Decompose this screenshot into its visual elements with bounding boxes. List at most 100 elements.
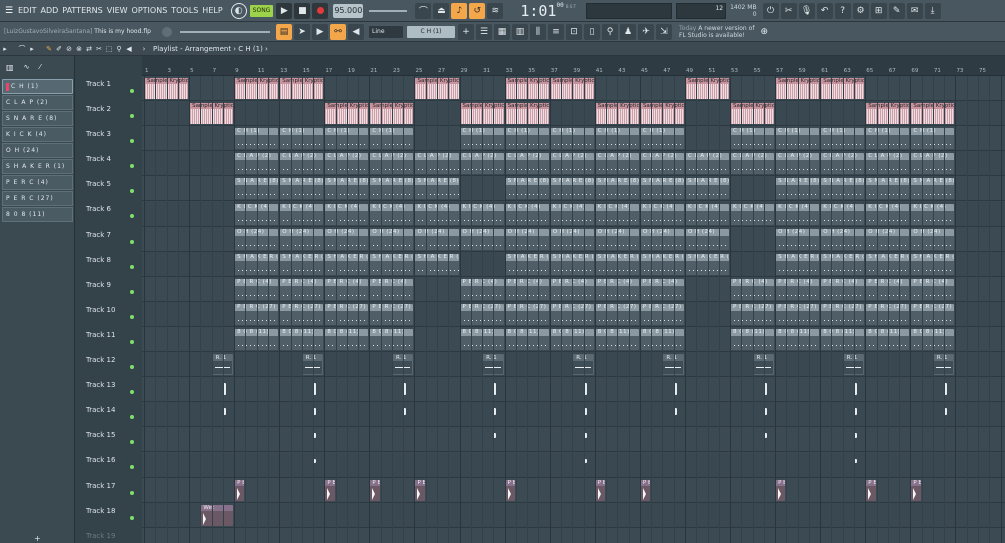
- audio-icon[interactable]: ∿: [24, 63, 30, 71]
- track-header[interactable]: Track 2: [75, 101, 142, 126]
- mixer-view-icon[interactable]: ⫼: [530, 23, 546, 40]
- env-clip[interactable]: Wet: [200, 504, 234, 526]
- tools-icon[interactable]: ✂: [780, 2, 797, 19]
- file-icon[interactable]: ▯: [584, 23, 600, 40]
- track-active-led-icon[interactable]: [130, 214, 134, 219]
- add-pattern-button[interactable]: +: [34, 534, 41, 543]
- track-header[interactable]: Track 12: [75, 352, 142, 377]
- paint-icon[interactable]: ✐: [55, 45, 63, 53]
- track-header[interactable]: Track 8: [75, 252, 142, 277]
- menu-patterns[interactable]: PATTERNS: [60, 6, 104, 15]
- pattern-item[interactable]: C H (1): [2, 79, 73, 94]
- track-active-led-icon[interactable]: [130, 114, 134, 119]
- slip-icon[interactable]: ⇄: [85, 45, 93, 53]
- news-panel[interactable]: Today A newer version of FL Studio is ava…: [679, 25, 754, 39]
- menu-options[interactable]: OPTIONS: [130, 6, 170, 15]
- countdown-icon[interactable]: ♪: [451, 2, 468, 19]
- wait-input-icon[interactable]: ⏏: [433, 2, 450, 19]
- env-clip[interactable]: P E R C (4): [639, 479, 651, 501]
- track-lane[interactable]: [142, 402, 1005, 428]
- track-active-led-icon[interactable]: [130, 139, 134, 144]
- track-active-led-icon[interactable]: [130, 365, 134, 370]
- track-header[interactable]: Track 6: [75, 201, 142, 226]
- playlist-grid[interactable]: 1 3 5 7 9 11 13 15 17 19 21 23 25 27 29 31 33 35 37 39 41 43 4…: [142, 56, 1005, 543]
- add-pattern-icon[interactable]: +: [458, 23, 474, 40]
- track-active-led-icon[interactable]: [130, 89, 134, 93]
- play-icon[interactable]: ▶: [276, 2, 293, 19]
- track-header[interactable]: Track 5: [75, 176, 142, 201]
- main-volume-slider[interactable]: [180, 30, 270, 33]
- channel-rack-icon[interactable]: ▥: [512, 23, 528, 40]
- globe-icon[interactable]: ⊕: [760, 27, 768, 37]
- knob-icon[interactable]: [162, 26, 172, 37]
- menu-view[interactable]: VIEW: [105, 6, 130, 15]
- track-lane[interactable]: [142, 377, 1005, 403]
- mute-icon[interactable]: ⊗: [75, 45, 83, 53]
- link-icon[interactable]: ⚯: [330, 23, 346, 40]
- track-active-led-icon[interactable]: [130, 390, 134, 395]
- song-mode-button[interactable]: SONG: [249, 4, 274, 17]
- fl-logo-icon[interactable]: ☰: [2, 4, 16, 18]
- brush-icon[interactable]: ⚲: [602, 23, 618, 40]
- arrow-right-icon[interactable]: ▸: [28, 45, 36, 53]
- pattern-selector[interactable]: C H (1): [407, 25, 455, 38]
- plugin-icon[interactable]: ⊡: [566, 23, 582, 40]
- export-icon[interactable]: ⇲: [656, 23, 672, 40]
- pattern-item[interactable]: S H A K E R (1): [2, 159, 73, 174]
- metronome-icon[interactable]: ⌒: [415, 2, 432, 19]
- undo-icon[interactable]: ↶: [816, 2, 833, 19]
- env-clip[interactable]: P E R C (4): [414, 479, 425, 501]
- track-header[interactable]: Track 11: [75, 327, 142, 352]
- playlist-icon[interactable]: ☰: [476, 23, 492, 40]
- pat-song-toggle-icon[interactable]: ◐: [230, 2, 247, 19]
- pattern-item[interactable]: O H (24): [2, 143, 73, 158]
- track-lane[interactable]: [142, 528, 1005, 543]
- track-header[interactable]: Track 9: [75, 277, 142, 302]
- arrow-left-icon[interactable]: ▸: [1, 45, 9, 53]
- env-clip[interactable]: P E R C (4): [594, 479, 606, 501]
- track-lane[interactable]: [142, 452, 1005, 478]
- track-header[interactable]: Track 19: [75, 528, 142, 543]
- track-active-led-icon[interactable]: [130, 465, 134, 470]
- piano-roll-icon[interactable]: ⊞: [870, 2, 887, 19]
- track-header[interactable]: Track 1: [75, 76, 142, 101]
- track-lane[interactable]: [142, 502, 1005, 528]
- record-icon[interactable]: [312, 2, 329, 19]
- pattern-item[interactable]: K I C K (4): [2, 127, 73, 142]
- download-icon[interactable]: ⤓: [924, 2, 941, 19]
- track-active-led-icon[interactable]: [130, 239, 134, 244]
- track-header[interactable]: Track 7: [75, 227, 142, 252]
- magnet-icon[interactable]: ⌒: [18, 45, 26, 53]
- track-header[interactable]: Track 4: [75, 151, 142, 176]
- pattern-item[interactable]: P E R C (4): [2, 175, 73, 190]
- delete-icon[interactable]: ⊘: [65, 45, 73, 53]
- track-lane[interactable]: [142, 427, 1005, 453]
- menu-help[interactable]: HELP: [200, 6, 224, 15]
- menu-add[interactable]: ADD: [38, 6, 60, 15]
- track-active-led-icon[interactable]: [130, 164, 134, 169]
- menu-edit[interactable]: EDIT: [16, 6, 38, 15]
- tempo-display[interactable]: 95.000: [333, 3, 364, 18]
- pattern-item[interactable]: S N A R E (8): [2, 111, 73, 126]
- env-clip[interactable]: P E R C (4): [775, 479, 786, 501]
- track-header[interactable]: Track 14: [75, 402, 142, 427]
- loop-record-icon[interactable]: ↺: [469, 2, 486, 19]
- speaker-icon[interactable]: ◀: [348, 23, 364, 40]
- timeline-ruler[interactable]: 1 3 5 7 9 11 13 15 17 19 21 23 25 27 29 31 33 35 37 39 41 43 4…: [142, 56, 1005, 76]
- pattern-item[interactable]: 8 0 8 (11): [2, 207, 73, 222]
- mixer-icon[interactable]: ⚙: [852, 2, 869, 19]
- bird-icon[interactable]: ✈: [638, 23, 654, 40]
- step-icon[interactable]: ▶: [312, 23, 328, 40]
- online-icon[interactable]: ⏻: [762, 2, 779, 19]
- chat-icon[interactable]: ✉: [906, 2, 923, 19]
- slice-icon[interactable]: ✂: [95, 45, 103, 53]
- env-clip[interactable]: P E R C (4): [910, 479, 921, 501]
- chevron-right-icon[interactable]: ›: [140, 45, 148, 53]
- track-header[interactable]: Track 10: [75, 302, 142, 327]
- env-clip[interactable]: P E R C (4): [504, 479, 515, 501]
- track-active-led-icon[interactable]: [130, 264, 134, 269]
- stamp-icon[interactable]: ♟: [620, 23, 636, 40]
- track-header[interactable]: Track 3: [75, 126, 142, 151]
- instrument-icon[interactable]: ▥: [6, 63, 14, 72]
- track-header[interactable]: Track 17: [75, 478, 142, 503]
